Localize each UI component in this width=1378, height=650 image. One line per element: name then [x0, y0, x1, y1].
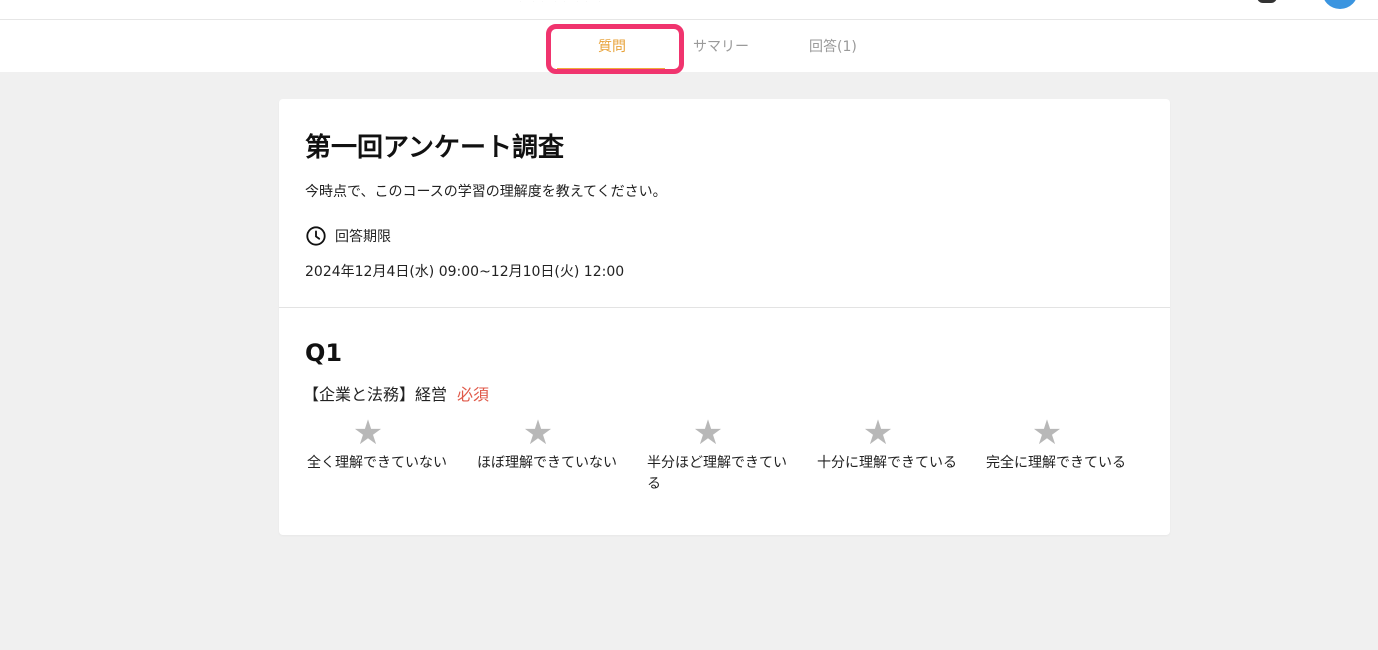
- tab-questions[interactable]: 質問: [598, 36, 626, 56]
- deadline-value: 2024年12月4日(水) 09:00~12月10日(火) 12:00: [305, 264, 625, 280]
- survey-card: 第一回アンケート調査 今時点で、このコースの学習の理解度を教えてください。 回答…: [279, 99, 1170, 535]
- clock-icon: [306, 226, 326, 246]
- tab-bar: 質問 サマリー 回答(1): [0, 20, 1378, 72]
- rating-option-4[interactable]: ★ 十分に理解できている: [817, 415, 967, 474]
- star-icon[interactable]: ★: [803, 415, 953, 451]
- rating-option-5[interactable]: ★ 完全に理解できている: [986, 415, 1136, 474]
- tab-summary[interactable]: サマリー: [693, 36, 749, 56]
- header-title-remnant: [520, 0, 730, 2]
- active-tab-indicator: [557, 68, 665, 71]
- rating-option-label: ほぼ理解できていない: [477, 455, 617, 471]
- deadline-label: 回答期限: [335, 229, 391, 245]
- bell-icon[interactable]: [1257, 0, 1277, 3]
- section-divider: [279, 307, 1170, 308]
- rating-option-label: 完全に理解できている: [986, 455, 1126, 471]
- tab-responses[interactable]: 回答(1): [809, 36, 857, 56]
- rating-option-label: 半分ほど理解できている: [647, 455, 787, 492]
- deadline-row: 回答期限: [305, 225, 391, 247]
- star-icon[interactable]: ★: [463, 415, 613, 451]
- rating-option-3[interactable]: ★ 半分ほど理解できている: [647, 415, 797, 495]
- required-badge: 必須: [457, 385, 490, 404]
- top-header: [0, 0, 1378, 20]
- star-icon[interactable]: ★: [972, 415, 1122, 451]
- survey-description: 今時点で、このコースの学習の理解度を教えてください。: [305, 184, 667, 200]
- survey-title: 第一回アンケート調査: [305, 133, 564, 163]
- rating-option-label: 全く理解できていない: [307, 455, 447, 471]
- question-text: 【企業と法務】経営: [303, 385, 448, 404]
- rating-option-1[interactable]: ★ 全く理解できていない: [307, 415, 457, 474]
- star-icon[interactable]: ★: [293, 415, 443, 451]
- rating-option-2[interactable]: ★ ほぼ理解できていない: [477, 415, 627, 474]
- rating-option-label: 十分に理解できている: [817, 455, 957, 471]
- star-icon[interactable]: ★: [633, 415, 783, 451]
- question-text-row: 【企業と法務】経営 必須: [303, 381, 489, 405]
- question-number: Q1: [305, 339, 343, 367]
- avatar[interactable]: [1322, 0, 1358, 9]
